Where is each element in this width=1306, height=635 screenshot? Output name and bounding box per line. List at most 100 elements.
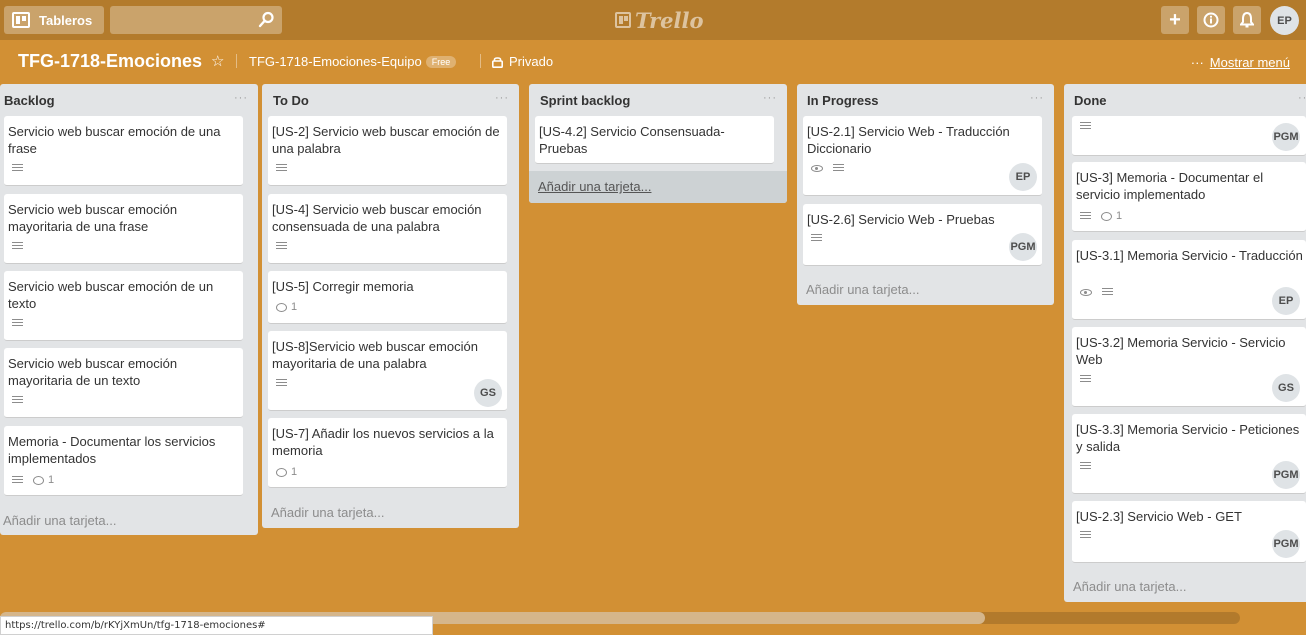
card[interactable]: [US-8]Servicio web buscar emoción mayori… bbox=[268, 331, 507, 411]
description-icon bbox=[12, 396, 23, 405]
card[interactable]: Servicio web buscar emoción de una frase bbox=[4, 116, 243, 186]
card[interactable]: [US-4.2] Servicio Consensuada-Pruebas bbox=[535, 116, 774, 164]
privacy-button[interactable]: Privado bbox=[492, 54, 553, 69]
list-title[interactable]: In Progress bbox=[807, 93, 879, 108]
member-avatar[interactable]: GS bbox=[1272, 374, 1300, 402]
search-input[interactable] bbox=[110, 6, 282, 34]
notifications-button[interactable] bbox=[1233, 6, 1261, 34]
card-title: [US-4.2] Servicio Consensuada-Pruebas bbox=[539, 124, 725, 156]
divider bbox=[236, 54, 237, 68]
watching-icon bbox=[1080, 289, 1092, 296]
boards-label: Tableros bbox=[39, 12, 93, 28]
card-badges bbox=[1080, 122, 1091, 131]
list-menu-icon[interactable]: ··· bbox=[1298, 92, 1306, 104]
description-icon bbox=[276, 379, 287, 388]
add-card-link[interactable]: Añadir una tarjeta... bbox=[538, 179, 651, 194]
member-avatar[interactable]: PGM bbox=[1009, 233, 1037, 261]
member-avatar[interactable]: GS bbox=[474, 379, 502, 407]
divider bbox=[480, 54, 481, 68]
top-header: Tableros Trello + EP bbox=[0, 0, 1306, 40]
card[interactable]: [US-3.3] Memoria Servicio - Peticiones y… bbox=[1072, 414, 1306, 494]
list-title[interactable]: Sprint backlog bbox=[540, 93, 630, 108]
card[interactable]: [US-4] Servicio web buscar emoción conse… bbox=[268, 194, 507, 264]
card[interactable]: PGM bbox=[1072, 116, 1306, 156]
card[interactable]: [US-5] Corregir memoria 1 bbox=[268, 271, 507, 324]
member-avatar[interactable]: EP bbox=[1009, 163, 1037, 191]
add-card-link[interactable]: Añadir una tarjeta... bbox=[3, 513, 116, 528]
card-badges bbox=[12, 242, 23, 251]
card[interactable]: [US-2.3] Servicio Web - GET PGM bbox=[1072, 501, 1306, 563]
comment-count: 1 bbox=[48, 474, 55, 486]
description-icon bbox=[276, 242, 287, 251]
trello-logo-icon bbox=[615, 12, 631, 28]
show-menu-label: Mostrar menú bbox=[1209, 55, 1290, 70]
member-avatar[interactable]: PGM bbox=[1272, 123, 1300, 151]
card[interactable]: [US-7] Añadir los nuevos servicios a la … bbox=[268, 418, 507, 488]
member-avatar[interactable]: EP bbox=[1272, 287, 1300, 315]
card[interactable]: [US-2.6] Servicio Web - Pruebas PGM bbox=[803, 204, 1042, 266]
list-menu-icon[interactable]: ··· bbox=[1030, 92, 1044, 104]
card-title: [US-2.3] Servicio Web - GET bbox=[1076, 509, 1242, 524]
card[interactable]: Servicio web buscar emoción de un texto bbox=[4, 271, 243, 341]
card[interactable]: Memoria - Documentar los servicios imple… bbox=[4, 426, 243, 496]
description-icon bbox=[1080, 375, 1091, 384]
star-icon[interactable]: ☆ bbox=[211, 52, 224, 70]
add-card-link[interactable]: Añadir una tarjeta... bbox=[271, 505, 384, 520]
card-title: Servicio web buscar emoción mayoritaria … bbox=[8, 202, 178, 234]
list-to-do: To Do ··· [US-2] Servicio web buscar emo… bbox=[262, 84, 519, 528]
add-card-area[interactable]: Añadir una tarjeta... bbox=[529, 171, 787, 203]
card-title: Servicio web buscar emoción de un texto bbox=[8, 279, 214, 311]
card-badges bbox=[12, 396, 23, 405]
show-menu-button[interactable]: ··· Mostrar menú bbox=[1191, 55, 1290, 70]
comment-icon bbox=[1101, 211, 1112, 221]
description-icon bbox=[12, 475, 23, 485]
card-badges bbox=[1080, 288, 1113, 297]
list-menu-icon[interactable]: ··· bbox=[495, 92, 509, 104]
card[interactable]: [US-3.1] Memoria Servicio - Traducción E… bbox=[1072, 240, 1306, 320]
card-badges bbox=[1080, 531, 1091, 540]
card-badges bbox=[1080, 462, 1091, 471]
member-avatar[interactable]: PGM bbox=[1272, 530, 1300, 558]
member-avatar[interactable]: PGM bbox=[1272, 461, 1300, 489]
comment-count: 1 bbox=[1116, 210, 1123, 222]
list-menu-icon[interactable]: ··· bbox=[234, 92, 248, 104]
board-title[interactable]: TFG-1718-Emociones bbox=[18, 51, 202, 72]
card[interactable]: [US-3.2] Memoria Servicio - Servicio Web… bbox=[1072, 327, 1306, 407]
free-badge: Free bbox=[425, 55, 457, 68]
comments-badge: 1 bbox=[33, 474, 54, 486]
card-badges bbox=[811, 234, 822, 243]
description-icon bbox=[12, 319, 23, 328]
card[interactable]: [US-2] Servicio web buscar emoción de un… bbox=[268, 116, 507, 186]
info-button[interactable] bbox=[1197, 6, 1225, 34]
status-bar-url: https://trello.com/b/rKYjXmUn/tfg-1718-e… bbox=[0, 616, 433, 635]
description-icon bbox=[833, 164, 844, 173]
add-button[interactable]: + bbox=[1161, 6, 1189, 34]
list-menu-icon[interactable]: ··· bbox=[763, 92, 777, 104]
card-badges bbox=[1080, 375, 1091, 384]
comments-badge: 1 bbox=[276, 301, 297, 313]
card-badges bbox=[276, 164, 287, 173]
card-badges bbox=[276, 379, 287, 388]
add-card-link[interactable]: Añadir una tarjeta... bbox=[1073, 579, 1186, 594]
boards-button[interactable]: Tableros bbox=[4, 6, 104, 34]
list-header: Done ··· bbox=[1064, 84, 1306, 116]
list-backlog: Backlog ··· Servicio web buscar emoción … bbox=[0, 84, 258, 535]
list-title[interactable]: Done bbox=[1074, 93, 1107, 108]
team-button[interactable]: TFG-1718-Emociones-Equipo Free bbox=[249, 54, 457, 69]
add-card-link[interactable]: Añadir una tarjeta... bbox=[806, 282, 919, 297]
card[interactable]: Servicio web buscar emoción mayoritaria … bbox=[4, 194, 243, 264]
card-badges: 1 bbox=[276, 301, 297, 313]
list-title[interactable]: To Do bbox=[273, 93, 309, 108]
search-icon[interactable] bbox=[258, 11, 275, 28]
card-title: [US-2.6] Servicio Web - Pruebas bbox=[807, 212, 995, 227]
trello-logo[interactable]: Trello bbox=[615, 8, 704, 33]
card[interactable]: Servicio web buscar emoción mayoritaria … bbox=[4, 348, 243, 418]
user-avatar[interactable]: EP bbox=[1270, 6, 1299, 35]
list-title[interactable]: Backlog bbox=[4, 93, 55, 108]
description-icon bbox=[1080, 462, 1091, 471]
card[interactable]: [US-3] Memoria - Documentar el servicio … bbox=[1072, 162, 1306, 232]
comment-icon bbox=[276, 302, 287, 312]
card[interactable]: [US-2.1] Servicio Web - Traducción Dicci… bbox=[803, 116, 1042, 196]
card-title: [US-3.1] Memoria Servicio - Traducción bbox=[1076, 248, 1303, 263]
comment-count: 1 bbox=[291, 301, 298, 313]
